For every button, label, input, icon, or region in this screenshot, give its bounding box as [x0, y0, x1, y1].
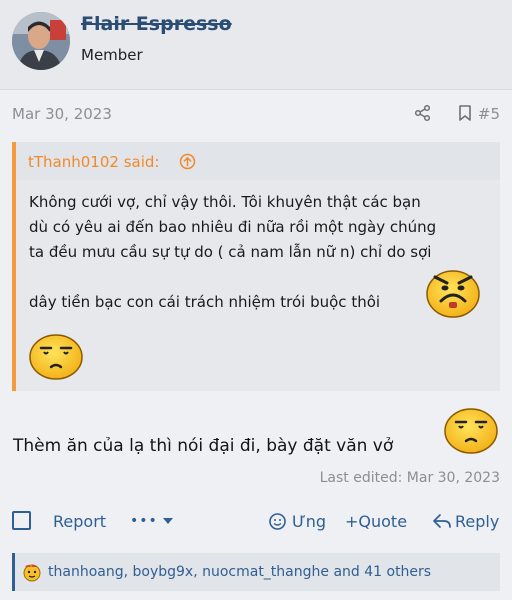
sad-emoji-icon: [28, 333, 84, 381]
more-dots: •••: [130, 513, 158, 529]
quote-line: dù có yêu ai đến bao nhiêu đi nữa rồi mộ…: [29, 218, 437, 236]
post-date[interactable]: Mar 30, 2023: [12, 105, 112, 123]
username-link[interactable]: Flair Espresso: [81, 13, 232, 35]
reply-arrow-icon: [433, 514, 451, 528]
react-button[interactable]: Ưng: [268, 508, 326, 534]
smile-plus-icon: [269, 512, 286, 530]
quote-line: ta đều mưu cầu sự tự do ( cả nam lẫn nữ …: [29, 243, 432, 261]
user-avatar[interactable]: [12, 12, 70, 70]
quote-author-link[interactable]: tThanh0102 said:: [28, 153, 159, 171]
quote-header: tThanh0102 said:: [16, 142, 500, 180]
quote-button[interactable]: +Quote: [345, 508, 407, 534]
share-icon[interactable]: [414, 104, 432, 122]
reaction-emoji-icon: [23, 564, 41, 582]
post-author-header: Flair Espresso Member: [0, 0, 512, 90]
post-number-link[interactable]: #5: [478, 105, 500, 123]
last-edited-text: Last edited: Mar 30, 2023: [319, 470, 500, 486]
sad-emoji-icon: [443, 407, 499, 455]
more-options-button[interactable]: •••: [130, 508, 174, 534]
angry-emoji-icon: [425, 267, 481, 319]
reactions-list[interactable]: thanhoang, boybg9x, nuocmat_thanghe and …: [48, 564, 431, 580]
post-meta: Mar 30, 2023 #5: [12, 104, 500, 124]
select-post-checkbox[interactable]: [12, 511, 31, 530]
user-title: Member: [81, 46, 143, 64]
bookmark-icon[interactable]: [456, 104, 474, 122]
react-label: Ưng: [292, 511, 327, 531]
caret-down-icon: [162, 518, 173, 524]
reactions-bar[interactable]: thanhoang, boybg9x, nuocmat_thanghe and …: [12, 553, 500, 591]
post-message: Thèm ăn của lạ thì nói đại đi, bày đặt v…: [13, 436, 394, 456]
quote-line: Không cưới vợ, chỉ vậy thôi. Tôi khuyên …: [29, 193, 421, 211]
post-action-bar: Report ••• Ưng +Quote Reply: [12, 508, 500, 534]
report-button[interactable]: Report: [53, 508, 106, 534]
avatar-photo-icon: [12, 12, 70, 70]
reply-button[interactable]: Reply: [432, 508, 499, 534]
arrow-up-circle-icon[interactable]: [179, 153, 196, 170]
reply-label: Reply: [455, 511, 500, 531]
